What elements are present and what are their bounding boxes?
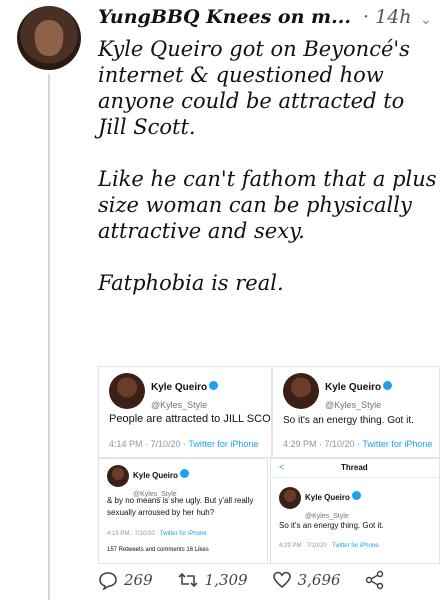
author-avatar[interactable] [17,6,81,70]
screenshot-text: & by no means is she ugly. But y'all rea… [107,496,254,517]
share-icon [365,570,383,590]
screenshot-text: So it's an energy thing. Got it. [279,521,384,530]
verified-icon [383,381,393,391]
screenshot-name: Kyle Queiro [305,493,350,502]
tweet-paragraph: Kyle Queiro got on Beyoncé's internet & … [98,37,410,139]
avatar [283,373,319,409]
thread-title: Thread [341,463,368,472]
reply-button[interactable]: 269 [98,570,153,590]
screenshot-source: Twitter for iPhone [188,439,259,449]
screenshot-stats: 157 Retweets and comments 16 Likes [107,547,209,553]
screenshot-time: 4:29 PM · 7/10/20 · [279,543,332,549]
reply-icon [99,572,117,590]
screenshot-source: Twitter for iPhone [331,543,379,549]
screenshot-text: People are attracted to JILL SCO [109,413,271,425]
like-button[interactable]: 3,696 [272,570,341,590]
screenshot-handle: @Kyles_Style [325,400,382,410]
screenshot-handle: @Kyles_Style [305,513,349,520]
reply-count: 269 [124,571,153,589]
verified-icon [209,381,219,391]
embedded-screenshot-4[interactable]: < Thread Kyle Queiro @Kyles_Style So it'… [270,458,440,564]
author-name[interactable]: YungBBQ Knees on m... [98,6,351,28]
verified-icon [179,469,189,479]
separator: · [363,6,370,28]
screenshot-name: Kyle Queiro [133,471,178,480]
avatar [109,373,145,409]
screenshot-handle: @Kyles_Style [151,400,208,410]
chevron-down-icon[interactable]: ⌄ [420,12,432,28]
screenshot-time: 4:15 PM · 7/10/20 · [107,531,160,537]
screenshot-name: Kyle Queiro [151,382,208,393]
screenshot-text: So it's an energy thing. Got it. [283,415,414,426]
heart-icon [272,571,291,589]
embedded-screenshot-1[interactable]: Kyle Queiro @Kyles_Style People are attr… [98,366,272,458]
avatar [107,465,129,487]
screenshot-name: Kyle Queiro [325,382,382,393]
tweet-paragraph: Fatphobia is real. [98,271,284,295]
retweet-button[interactable]: 1,309 [177,570,248,590]
back-icon[interactable]: < [279,462,284,472]
tweet-paragraph: Like he can't fathom that a plus size wo… [98,167,437,243]
screenshot-time: 4:29 PM · 7/10/20 · [283,439,363,449]
screenshot-source: Twitter for iPhone [159,531,207,537]
avatar [279,487,301,509]
like-count: 3,696 [297,571,341,589]
retweet-icon [178,572,198,588]
share-button[interactable] [365,570,385,590]
screenshot-time: 4:14 PM · 7/10/20 · [109,439,189,449]
tweet-header: YungBBQ Knees on m... · 14h [98,6,412,28]
thread-line [48,74,50,600]
verified-icon [351,491,361,501]
embedded-screenshot-2[interactable]: Kyle Queiro @Kyles_Style So it's an ener… [272,366,440,458]
retweet-count: 1,309 [204,571,248,589]
embedded-screenshot-3[interactable]: Kyle Queiro @Kyles_Style & by no means i… [98,458,268,564]
tweet-body: Kyle Queiro got on Beyoncé's internet & … [98,36,438,322]
screenshot-source: Twitter for iPhone [362,439,433,449]
action-bar: 269 1,309 3,696 [98,570,399,590]
timestamp[interactable]: 14h [375,6,411,28]
